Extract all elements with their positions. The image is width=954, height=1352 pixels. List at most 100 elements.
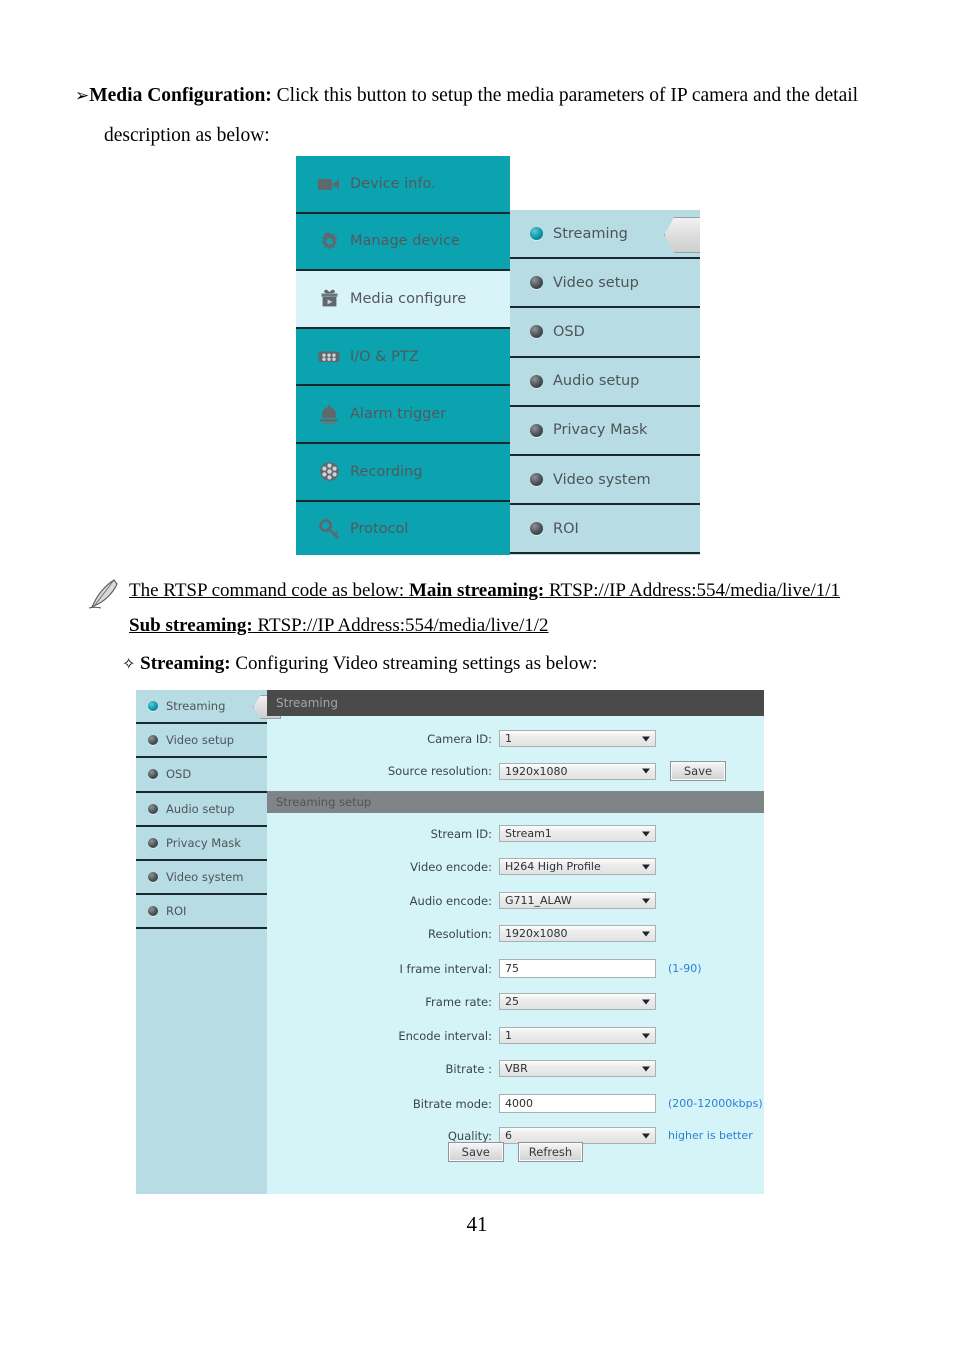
bitrate-mode-input[interactable]: 4000 (499, 1094, 656, 1113)
quality-value: 6 (505, 1129, 512, 1142)
submenu-item-video-setup[interactable]: Video setup (510, 259, 700, 309)
submenu-item-osd[interactable]: OSD (510, 308, 700, 358)
streaming-top-section: Camera ID: 1 Source resolution: 1920x108… (267, 716, 764, 791)
gear-icon (318, 230, 340, 252)
stream-id-select[interactable]: Stream1 (499, 825, 656, 842)
camera-id-value: 1 (505, 732, 512, 745)
streaming-config-figure: Streaming Video setup OSD Audio setup Privac… (136, 690, 764, 1194)
radio-indicator-icon (530, 325, 543, 339)
chevron-down-icon (642, 864, 650, 869)
streaming-setup-section-title: Streaming setup (267, 791, 764, 813)
submenu-item-streaming[interactable]: Streaming (510, 210, 700, 260)
primary-menu-item-protocol[interactable]: Protocol (296, 502, 510, 555)
resolution-select[interactable]: 1920x1080 (499, 925, 656, 942)
sidebar-item-label: Streaming (166, 699, 226, 714)
rtsp-note-line-1: The RTSP command code as below: Main str… (129, 576, 874, 606)
radio-indicator-icon (148, 701, 158, 712)
save-button-top[interactable]: Save (670, 761, 726, 781)
camera-id-select[interactable]: 1 (499, 730, 656, 747)
radio-indicator-icon (530, 374, 543, 388)
resolution-row: Resolution: 1920x1080 (267, 925, 764, 942)
media-configuration-paragraph: ➢Media Configuration: Click this button … (75, 76, 885, 116)
refresh-button[interactable]: Refresh (517, 1142, 584, 1162)
submenu-item-video-system[interactable]: Video system (510, 456, 700, 506)
main-streaming-url: RTSP://IP Address:554/media/live/1/1 (544, 580, 841, 601)
frame-rate-select[interactable]: 25 (499, 993, 656, 1010)
radio-indicator-icon (530, 522, 543, 536)
submenu-item-label: Privacy Mask (553, 422, 648, 439)
sidebar-item-label: Privacy Mask (166, 835, 241, 850)
audio-encode-select[interactable]: G711_ALAW (499, 892, 656, 909)
radio-indicator-icon (148, 735, 158, 746)
camera-id-label: Camera ID: (427, 731, 492, 746)
submenu-item-roi[interactable]: ROI (510, 505, 700, 555)
stream-id-value: Stream1 (505, 827, 552, 840)
sub-streaming-label: Sub streaming: (129, 615, 253, 636)
submenu-item-audio-setup[interactable]: Audio setup (510, 358, 700, 407)
submenu-item-label: Streaming (553, 225, 628, 242)
i-frame-interval-hint: (1-90) (668, 962, 702, 975)
i-frame-interval-row: I frame interval: 75 (1-90) (267, 959, 764, 978)
radio-indicator-icon (530, 473, 543, 487)
sidebar-item-label: ROI (166, 904, 187, 919)
primary-menu-item-manage-device[interactable]: Manage device (296, 214, 510, 272)
rtsp-note-prefix: The RTSP command code as below: (129, 580, 409, 601)
frame-rate-value: 25 (505, 995, 519, 1008)
submenu-item-label: ROI (553, 520, 579, 537)
primary-menu-item-label: Media configure (350, 290, 467, 307)
chevron-down-icon (642, 1133, 650, 1138)
bitrate-select[interactable]: VBR (499, 1060, 656, 1077)
video-encode-value: H264 High Profile (505, 860, 601, 873)
sidebar-item-video-setup[interactable]: Video setup (136, 724, 267, 759)
save-button[interactable]: Save (447, 1142, 504, 1162)
video-encode-select[interactable]: H264 High Profile (499, 858, 656, 875)
main-streaming-label: Main streaming: (408, 580, 545, 601)
radio-indicator-icon (148, 872, 158, 883)
primary-menu-item-alarm-trigger[interactable]: Alarm trigger (296, 386, 510, 444)
video-encode-row: Video encode: H264 High Profile (267, 858, 764, 875)
sidebar-item-osd[interactable]: OSD (136, 758, 267, 793)
sidebar-item-video-system[interactable]: Video system (136, 861, 267, 896)
i-frame-interval-label: I frame interval: (399, 961, 492, 976)
frame-rate-row: Frame rate: 25 (267, 993, 764, 1010)
encode-interval-row: Encode interval: 1 (267, 1027, 764, 1044)
chevron-down-icon (642, 1066, 650, 1071)
camera-id-row: Camera ID: 1 (267, 730, 764, 747)
bitrate-row: Bitrate : VBR (267, 1060, 764, 1077)
radio-indicator-icon (530, 276, 543, 290)
camcorder-icon (318, 173, 340, 195)
encode-interval-select[interactable]: 1 (499, 1027, 656, 1044)
primary-menu-item-device-info[interactable]: Device info. (296, 156, 510, 214)
stream-id-label: Stream ID: (430, 826, 492, 841)
sidebar-item-streaming[interactable]: Streaming (136, 690, 281, 725)
bitrate-mode-hint: (200-12000kbps) (668, 1097, 763, 1110)
submenu-item-privacy-mask[interactable]: Privacy Mask (510, 407, 700, 456)
submenu-item-label: OSD (553, 323, 585, 340)
sub-streaming-url: RTSP://IP Address:554/media/live/1/2 (252, 615, 549, 636)
source-resolution-select[interactable]: 1920x1080 (499, 762, 656, 780)
sidebar-item-roi[interactable]: ROI (136, 895, 267, 930)
io-module-icon (318, 346, 340, 368)
sidebar-item-label: Audio setup (166, 801, 235, 816)
primary-menu-item-recording[interactable]: Recording (296, 444, 510, 502)
streaming-section-title: Streaming (267, 690, 764, 716)
radio-indicator-icon (148, 837, 158, 848)
chevron-down-icon (642, 768, 650, 774)
media-box-icon (318, 288, 340, 310)
sidebar-item-label: OSD (166, 767, 192, 782)
chevron-down-icon (642, 999, 650, 1004)
submenu-item-label: Audio setup (553, 373, 640, 390)
sidebar-item-privacy-mask[interactable]: Privacy Mask (136, 827, 267, 861)
bitrate-mode-row: Bitrate mode: 4000 (200-12000kbps) (267, 1094, 764, 1113)
i-frame-interval-input[interactable]: 75 (499, 959, 656, 978)
key-icon (318, 518, 340, 540)
primary-menu-item-i-o-ptz[interactable]: I/O & PTZ (296, 329, 510, 387)
media-submenu: Streaming Video setup OSD Audio setup Privac… (510, 210, 700, 555)
chevron-down-icon (642, 931, 650, 936)
audio-encode-label: Audio encode: (409, 893, 492, 908)
encode-interval-label: Encode interval: (398, 1028, 492, 1043)
sidebar-item-audio-setup[interactable]: Audio setup (136, 793, 267, 827)
primary-menu-item-media-configure[interactable]: Media configure (296, 271, 510, 329)
rtsp-note-line-2: Sub streaming: RTSP://IP Address:554/med… (129, 611, 729, 641)
page-number: 41 (466, 1212, 488, 1236)
